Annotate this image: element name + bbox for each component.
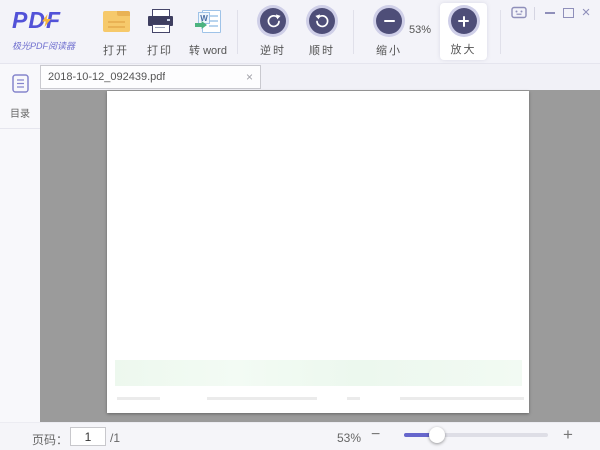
print-button[interactable]: 打印 bbox=[138, 6, 182, 58]
app-logo: PDF 极光PDF阅读器 bbox=[12, 7, 104, 57]
toc-label: 目录 bbox=[10, 109, 30, 120]
slider-zoom-out-button[interactable]: − bbox=[371, 426, 380, 444]
toolbar-zoom-level: 53% bbox=[408, 24, 432, 36]
rotate-ccw-button[interactable]: 逆时 bbox=[251, 6, 295, 58]
rotate-ccw-label: 逆时 bbox=[260, 45, 286, 57]
zoom-out-label: 缩小 bbox=[376, 45, 402, 57]
maximize-icon[interactable] bbox=[559, 5, 577, 21]
page-highlight-strip bbox=[115, 360, 522, 386]
window-controls-divider bbox=[534, 6, 535, 20]
slider-zoom-in-button[interactable]: + bbox=[563, 425, 573, 445]
open-button-label: 打开 bbox=[103, 45, 129, 57]
feedback-icon[interactable] bbox=[510, 5, 528, 21]
page-text-fragment bbox=[117, 397, 160, 400]
convert-to-word-button[interactable]: W 转 word bbox=[181, 6, 235, 58]
tab-bar: 2018-10-12_092439.pdf × bbox=[0, 64, 600, 90]
toolbar-divider bbox=[353, 10, 354, 54]
sidebar: 目录 bbox=[0, 64, 40, 422]
toolbar: PDF 极光PDF阅读器 打开 打印 W 转 word 逆时 顺时 缩小 53%… bbox=[0, 0, 600, 64]
close-icon[interactable]: × bbox=[577, 5, 595, 21]
page-text-fragment bbox=[400, 397, 524, 400]
print-button-label: 打印 bbox=[147, 45, 173, 57]
zoom-slider-handle[interactable] bbox=[429, 427, 445, 443]
zoom-in-label: 放大 bbox=[450, 44, 477, 56]
statusbar-zoom-percent: 53% bbox=[337, 431, 362, 445]
open-button[interactable]: 打开 bbox=[94, 6, 138, 58]
document-area[interactable] bbox=[40, 90, 600, 422]
rotate-cw-label: 顺时 bbox=[309, 45, 335, 57]
page-number-label: 页码： bbox=[32, 433, 69, 447]
zoom-slider[interactable] bbox=[404, 427, 548, 443]
pdf-reader-window: { "logo": { "title": "PDF", "subtitle": … bbox=[0, 0, 600, 450]
folder-icon bbox=[102, 6, 130, 36]
document-tab-title: 2018-10-12_092439.pdf bbox=[48, 71, 166, 83]
toolbar-divider bbox=[237, 10, 238, 54]
zoom-in-icon bbox=[450, 6, 477, 36]
logo-pdf-text: PDF bbox=[12, 7, 61, 33]
pdf-page bbox=[107, 91, 529, 413]
document-tab[interactable]: 2018-10-12_092439.pdf × bbox=[40, 65, 261, 89]
page-text-fragment bbox=[207, 397, 317, 400]
toc-icon bbox=[11, 74, 29, 98]
sidebar-item-toc[interactable]: 目录 bbox=[0, 74, 40, 129]
page-text-fragment bbox=[347, 397, 360, 400]
app-name: 极光PDF阅读器 bbox=[12, 41, 76, 51]
zoom-in-button[interactable]: 放大 bbox=[440, 3, 487, 60]
rotate-ccw-icon bbox=[260, 6, 286, 36]
tab-close-icon[interactable]: × bbox=[246, 71, 253, 83]
rotate-cw-button[interactable]: 顺时 bbox=[300, 6, 344, 58]
zoom-out-icon bbox=[376, 6, 402, 36]
page-total-label: /1 bbox=[110, 431, 121, 445]
printer-icon bbox=[147, 6, 173, 36]
minimize-icon[interactable] bbox=[541, 5, 559, 21]
status-bar: 页码： /1 53% − + bbox=[0, 422, 600, 450]
convert-to-word-label: 转 word bbox=[189, 45, 227, 57]
word-convert-icon: W bbox=[195, 6, 221, 36]
page-number-input[interactable] bbox=[70, 427, 106, 446]
rotate-cw-icon bbox=[309, 6, 335, 36]
toolbar-divider bbox=[500, 10, 501, 54]
window-controls: × bbox=[510, 5, 595, 21]
